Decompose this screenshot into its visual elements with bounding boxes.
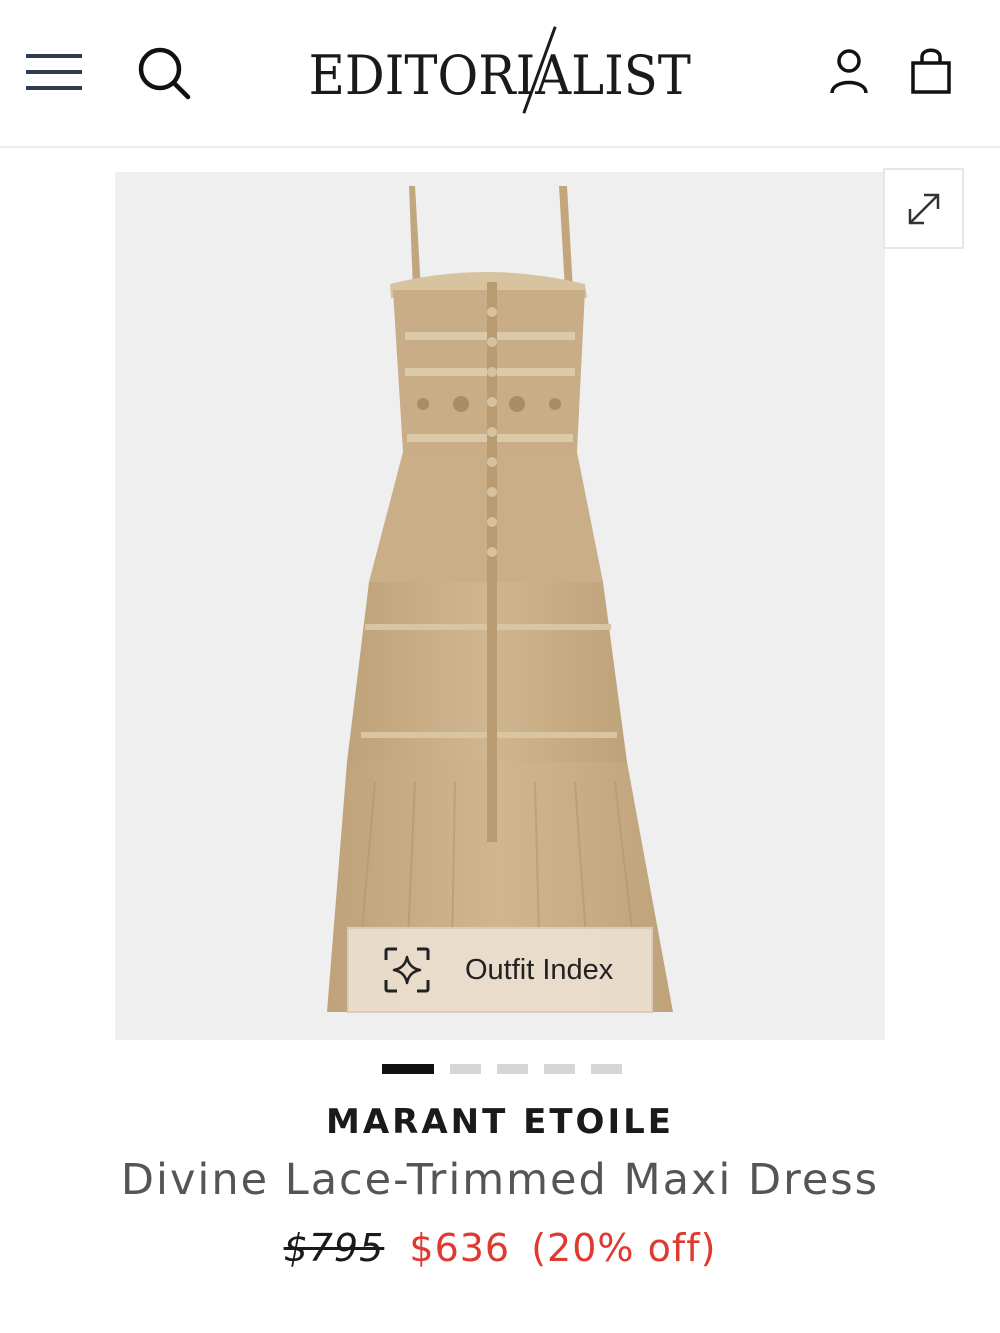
- shopping-bag-icon: [911, 48, 951, 94]
- outfit-index-label: Outfit Index: [465, 953, 614, 986]
- pagination-dot-4[interactable]: [544, 1064, 575, 1074]
- bag-button[interactable]: [902, 40, 960, 102]
- menu-button[interactable]: [22, 46, 86, 98]
- discount-label: (20% off): [531, 1226, 717, 1270]
- product-name: Divine Lace-Trimmed Maxi Dress: [120, 1155, 880, 1205]
- user-icon: [830, 49, 868, 94]
- logo-text: EDITORIALIST: [308, 43, 692, 107]
- sparkle-scan-icon: [384, 947, 430, 993]
- image-pagination: [382, 1064, 622, 1076]
- price-row: $795 $636 (20% off): [0, 1226, 1000, 1270]
- product-brand[interactable]: MARANT ETOILE: [0, 1102, 1000, 1142]
- pagination-dot-1[interactable]: [382, 1064, 434, 1074]
- pagination-dot-5[interactable]: [591, 1064, 622, 1074]
- sale-price: $636: [409, 1226, 511, 1270]
- expand-icon: [908, 193, 939, 224]
- expand-image-button[interactable]: [883, 168, 964, 249]
- hamburger-menu-icon: [26, 54, 82, 90]
- outfit-index-button[interactable]: Outfit Index: [347, 927, 653, 1013]
- site-header: EDITORIALIST: [0, 0, 1000, 148]
- dress-image: [327, 186, 673, 1012]
- account-button[interactable]: [820, 40, 878, 102]
- product-image[interactable]: [115, 172, 885, 1040]
- pagination-dot-2[interactable]: [450, 1064, 481, 1074]
- search-button[interactable]: [132, 42, 196, 104]
- site-logo[interactable]: EDITORIALIST: [280, 26, 720, 120]
- pagination-dot-3[interactable]: [497, 1064, 528, 1074]
- original-price: $795: [283, 1226, 385, 1270]
- search-icon: [138, 47, 191, 100]
